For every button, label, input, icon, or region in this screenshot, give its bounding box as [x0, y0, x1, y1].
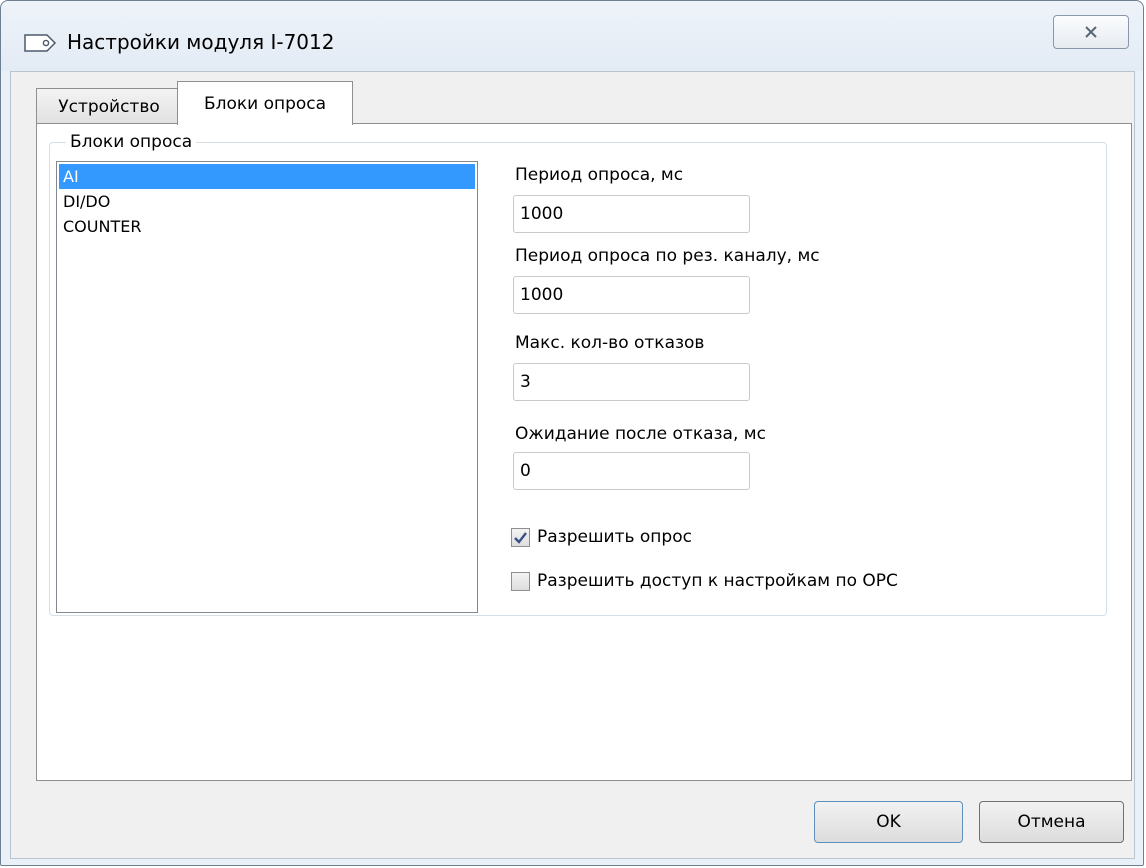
max-failures-input[interactable] — [513, 363, 750, 401]
module-tag-icon — [24, 34, 57, 52]
list-item-ai[interactable]: AI — [59, 164, 475, 189]
dialog-body: Устройство Блоки опроса Блоки опроса AI … — [10, 71, 1135, 859]
groupbox-title: Блоки опроса — [66, 132, 197, 152]
opc-access-checkbox[interactable] — [511, 571, 530, 591]
reserve-poll-period-input[interactable] — [513, 276, 750, 314]
poll-period-input[interactable] — [513, 195, 750, 233]
cancel-button[interactable]: Отмена — [979, 801, 1124, 843]
tab-poll-blocks[interactable]: Блоки опроса — [177, 81, 353, 125]
wait-after-failure-label: Ожидание после отказа, мс — [515, 424, 766, 444]
settings-dialog: Настройки модуля I-7012 Устройство Блоки… — [0, 0, 1144, 866]
poll-blocks-list[interactable]: AI DI/DO COUNTER — [56, 161, 478, 613]
tab-device[interactable]: Устройство — [36, 88, 182, 124]
close-icon — [1085, 26, 1097, 38]
list-item-di-do[interactable]: DI/DO — [59, 189, 475, 214]
poll-period-label: Период опроса, мс — [515, 165, 684, 185]
ok-button[interactable]: OK — [814, 801, 963, 843]
enable-poll-label: Разрешить опрос — [537, 527, 692, 547]
max-failures-label: Макс. кол-во отказов — [515, 333, 705, 353]
poll-blocks-groupbox: Блоки опроса AI DI/DO COUNTER Период опр… — [49, 132, 1107, 616]
enable-poll-checkbox-row[interactable]: Разрешить опрос — [511, 527, 692, 547]
tab-poll-blocks-label: Блоки опроса — [203, 93, 327, 114]
wait-after-failure-input[interactable] — [513, 452, 750, 490]
close-button[interactable] — [1053, 15, 1129, 49]
tab-device-label: Устройство — [58, 96, 160, 117]
opc-access-label: Разрешить доступ к настройкам по OPC — [537, 571, 898, 591]
enable-poll-checkbox[interactable] — [511, 527, 530, 547]
tab-panel-poll-blocks: Блоки опроса AI DI/DO COUNTER Период опр… — [36, 123, 1132, 781]
checkmark-icon — [514, 531, 527, 544]
list-item-counter[interactable]: COUNTER — [59, 214, 475, 239]
title-bar[interactable]: Настройки модуля I-7012 — [1, 1, 1143, 71]
reserve-poll-period-label: Период опроса по рез. каналу, мс — [515, 246, 820, 266]
window-title: Настройки модуля I-7012 — [67, 30, 335, 54]
opc-access-checkbox-row[interactable]: Разрешить доступ к настройкам по OPC — [511, 571, 898, 591]
